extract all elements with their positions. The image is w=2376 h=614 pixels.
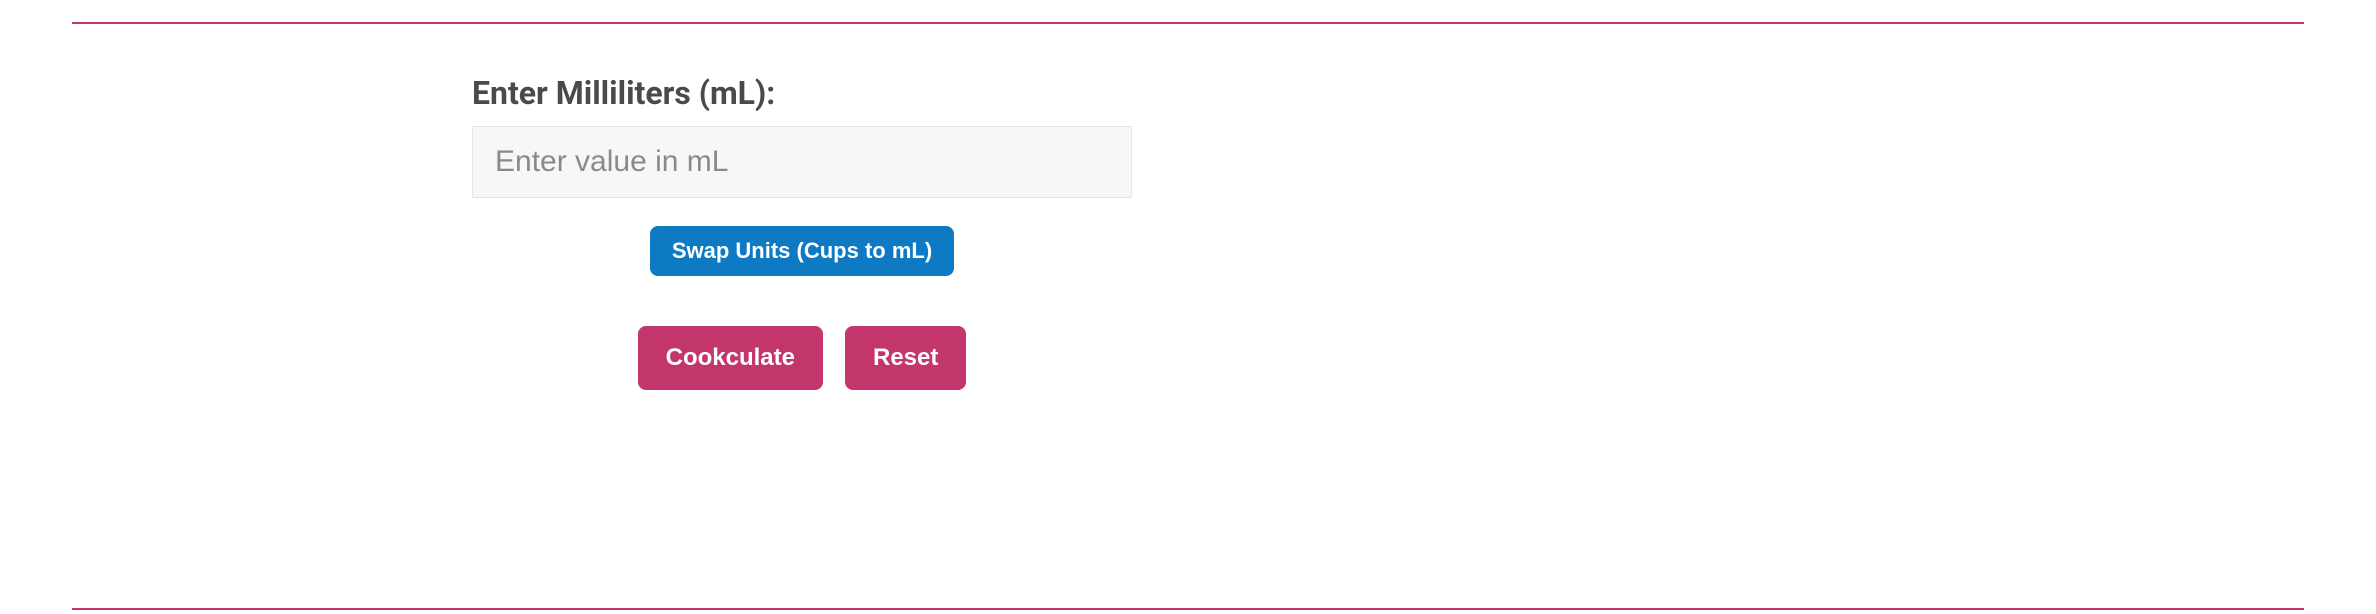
milliliters-input[interactable]	[472, 126, 1132, 198]
action-row: Cookculate Reset	[472, 326, 1132, 390]
form-content: Enter Milliliters (mL): Swap Units (Cups…	[472, 74, 1132, 390]
divider-bottom	[72, 608, 2304, 610]
cookculate-button[interactable]: Cookculate	[638, 326, 823, 390]
reset-button[interactable]: Reset	[845, 326, 966, 390]
converter-panel: Enter Milliliters (mL): Swap Units (Cups…	[0, 0, 2376, 614]
swap-units-button[interactable]: Swap Units (Cups to mL)	[650, 226, 954, 276]
divider-top	[72, 22, 2304, 24]
swap-row: Swap Units (Cups to mL)	[472, 226, 1132, 276]
input-label: Enter Milliliters (mL):	[472, 74, 1132, 112]
